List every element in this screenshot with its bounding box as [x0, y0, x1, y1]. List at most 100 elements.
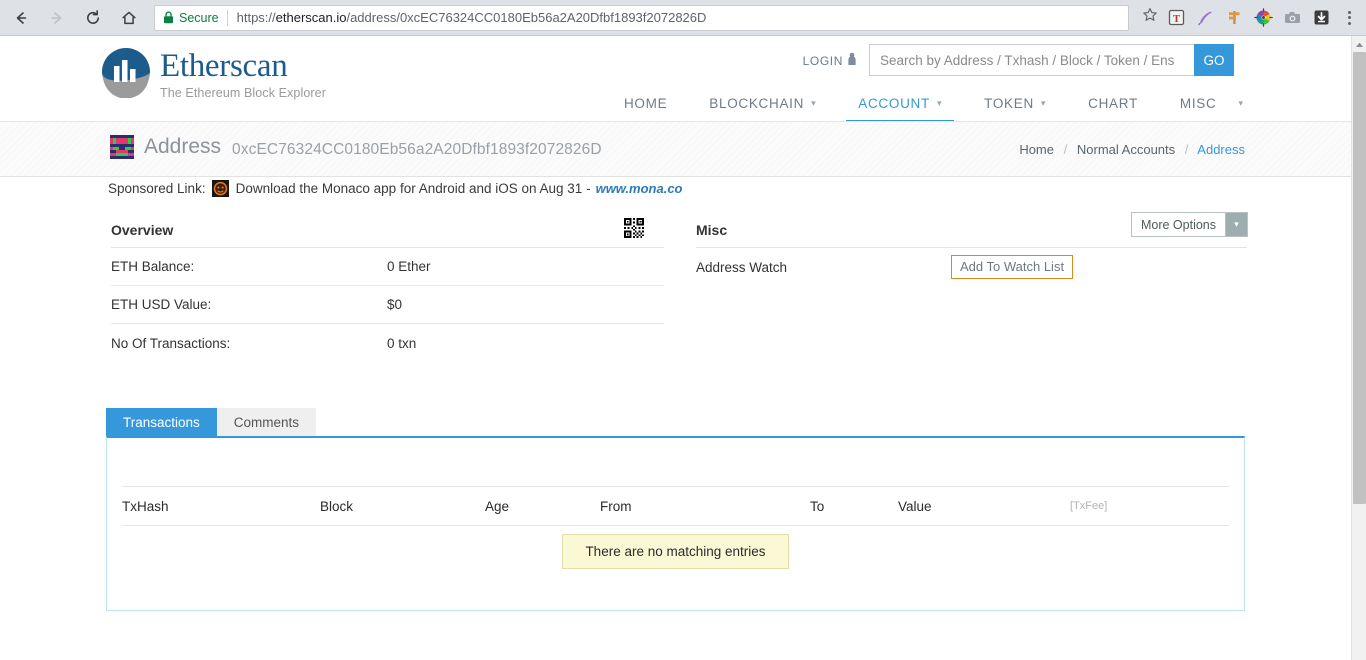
chevron-down-icon: ▾: [1040, 97, 1047, 108]
address-watch-label: Address Watch: [696, 259, 788, 275]
kebab-dot: [1347, 16, 1351, 19]
content-tabs: Transactions Comments: [106, 408, 317, 436]
logo-text-block: Etherscan The Ethereum Block Explorer: [160, 44, 326, 101]
breadcrumb: Home / Normal Accounts / Address: [1019, 142, 1245, 157]
chevron-down-icon[interactable]: ▾: [1225, 213, 1247, 236]
extension-signpost-icon[interactable]: [1221, 5, 1247, 31]
more-options-dropdown[interactable]: More Options ▾: [1130, 212, 1248, 237]
row-value: 0 Ether: [387, 259, 431, 274]
back-button[interactable]: [6, 3, 36, 33]
tab-comments[interactable]: Comments: [216, 408, 317, 436]
misc-title: Misc: [696, 221, 728, 238]
sponsored-text: Download the Monaco app for Android and …: [235, 181, 591, 196]
page-scrollbar[interactable]: [1351, 36, 1366, 660]
sponsored-prefix: Sponsored Link:: [108, 181, 206, 196]
url-text: https://etherscan.io/address/0xcEC76324C…: [237, 10, 707, 25]
url-scheme: https://: [236, 10, 276, 25]
main-navigation: HOME BLOCKCHAIN ▾ ACCOUNT ▾ TOKEN ▾ CHAR…: [624, 84, 1243, 122]
chevron-down-icon: ▾: [811, 97, 817, 108]
extension-camera-icon[interactable]: [1279, 5, 1305, 31]
person-icon: [847, 52, 857, 69]
home-button[interactable]: [114, 3, 144, 33]
url-path: /address/0xcEC76324CC0180Eb56a2A20Dfbf18…: [346, 10, 707, 25]
column-header-block[interactable]: Block: [320, 499, 485, 514]
table-row: No Of Transactions: 0 txn: [111, 324, 664, 362]
overview-header: Overview: [111, 212, 664, 248]
empty-message: There are no matching entries: [562, 534, 789, 569]
column-header-age[interactable]: Age: [485, 499, 600, 514]
back-arrow-icon: [12, 9, 30, 27]
extension-color-wheel-icon[interactable]: [1250, 5, 1276, 31]
more-options-label[interactable]: More Options: [1131, 213, 1225, 236]
column-header-value[interactable]: Value: [898, 499, 1070, 514]
breadcrumb-item-normal-accounts[interactable]: Normal Accounts: [1077, 142, 1175, 157]
chevron-down-icon[interactable]: ▾: [1238, 98, 1243, 109]
column-header-to[interactable]: To: [810, 499, 898, 514]
row-key: ETH Balance:: [111, 259, 195, 274]
breadcrumb-separator: /: [1063, 142, 1068, 157]
reload-button[interactable]: [78, 3, 108, 33]
address-title-group: Address 0xcEC76324CC0180Eb56a2A20Dfbf189…: [110, 135, 602, 159]
star-icon: [1142, 7, 1158, 28]
kebab-dot: [1347, 10, 1351, 14]
forward-arrow-icon: [48, 9, 66, 27]
nav-label: CHART: [1088, 95, 1138, 111]
column-header-txfee[interactable]: [TxFee]: [1070, 500, 1190, 512]
address-identicon: [110, 135, 134, 159]
row-key: ETH USD Value:: [111, 297, 212, 312]
page-viewport: Etherscan The Ethereum Block Explorer LO…: [0, 36, 1351, 660]
site-logo[interactable]: Etherscan The Ethereum Block Explorer: [100, 44, 326, 100]
breadcrumb-item-address[interactable]: Address: [1197, 142, 1245, 157]
security-label: Secure: [179, 10, 219, 25]
column-header-txhash[interactable]: TxHash: [122, 499, 320, 514]
row-key: No Of Transactions:: [111, 335, 231, 351]
extension-download-icon[interactable]: [1308, 5, 1334, 31]
kebab-dot: [1347, 21, 1351, 25]
extension-t-icon[interactable]: T: [1163, 5, 1189, 31]
nav-item-account[interactable]: ACCOUNT ▾: [846, 84, 955, 122]
empty-state: There are no matching entries: [107, 534, 1244, 569]
url-host: etherscan.io: [275, 10, 347, 25]
tab-label: Comments: [233, 414, 300, 430]
add-to-watch-list-button[interactable]: Add To Watch List: [951, 255, 1074, 279]
omnibox-divider: [226, 9, 228, 26]
misc-header: Misc More Options ▾: [696, 212, 1248, 248]
table-header-row: TxHash Block Age From To Value [TxFee]: [122, 486, 1229, 526]
logo-title: Etherscan: [160, 48, 288, 84]
nav-item-home[interactable]: HOME: [624, 84, 667, 122]
qr-code-icon[interactable]: [624, 218, 644, 243]
misc-panel: Misc More Options ▾ Address Watch Add To…: [696, 212, 1248, 286]
login-link[interactable]: LOGIN: [803, 52, 857, 69]
column-header-from[interactable]: From: [600, 499, 810, 514]
table-row: ETH Balance: 0 Ether: [111, 248, 664, 286]
sponsored-url-link[interactable]: www.mona.co: [596, 181, 683, 196]
forward-button[interactable]: [42, 3, 72, 33]
browser-menu-button[interactable]: [1336, 3, 1362, 33]
nav-item-misc[interactable]: MISC: [1180, 84, 1217, 122]
site-header: Etherscan The Ethereum Block Explorer LO…: [0, 36, 1351, 122]
transactions-table: TxHash Block Age From To Value [TxFee]: [122, 486, 1229, 526]
nav-item-blockchain[interactable]: BLOCKCHAIN ▾: [709, 84, 816, 122]
search-group: GO: [869, 44, 1234, 76]
scrollbar-up-arrow-icon[interactable]: [1352, 38, 1366, 52]
row-value: $0: [387, 297, 403, 312]
address-header-band: Address 0xcEC76324CC0180Eb56a2A20Dfbf189…: [0, 122, 1351, 177]
nav-label: MISC: [1179, 95, 1217, 111]
transactions-panel: TxHash Block Age From To Value [TxFee] T…: [106, 436, 1245, 611]
address-bar[interactable]: Secure https://etherscan.io/address/0xcE…: [154, 4, 1129, 31]
nav-item-token[interactable]: TOKEN ▾: [984, 84, 1046, 122]
monaco-lion-icon: [211, 180, 229, 197]
login-label: LOGIN: [802, 53, 843, 68]
breadcrumb-item-home[interactable]: Home: [1019, 142, 1054, 157]
sponsored-link-row: Sponsored Link: Download the Monaco app …: [108, 180, 683, 197]
nav-label: TOKEN: [984, 95, 1034, 111]
scrollbar-thumb[interactable]: [1353, 52, 1366, 504]
nav-item-chart[interactable]: CHART: [1088, 84, 1138, 122]
extension-feather-icon[interactable]: [1192, 5, 1218, 31]
logo-subtitle: The Ethereum Block Explorer: [160, 86, 326, 100]
bookmark-button[interactable]: [1137, 5, 1163, 31]
search-input[interactable]: [869, 44, 1194, 76]
search-go-button[interactable]: GO: [1194, 44, 1234, 76]
tab-transactions[interactable]: Transactions: [106, 408, 217, 436]
svg-text:T: T: [1172, 13, 1180, 25]
